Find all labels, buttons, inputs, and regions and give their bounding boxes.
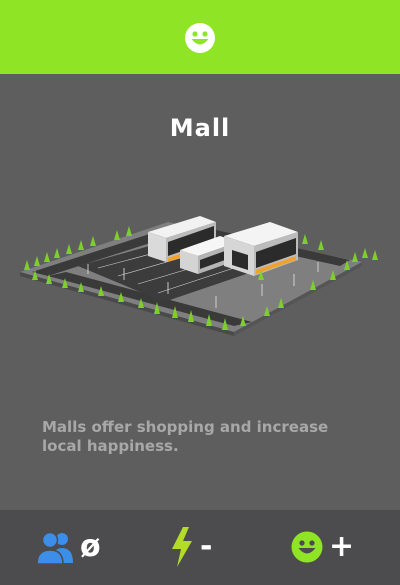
- happiness-stat: +: [291, 527, 354, 567]
- building-title: Mall: [169, 114, 231, 142]
- population-value: ø: [80, 529, 101, 564]
- happiness-value: +: [329, 529, 355, 564]
- smiley-face-icon: [291, 531, 323, 563]
- smiley-face-icon: [185, 23, 215, 53]
- power-stat: -: [170, 527, 212, 567]
- building-description: Malls offer shopping and increase local …: [42, 418, 329, 455]
- lightning-bolt-icon: [172, 527, 192, 567]
- mall-illustration: [20, 216, 378, 336]
- header-bar: [0, 0, 400, 74]
- power-value: -: [200, 529, 213, 564]
- people-icon: [36, 531, 73, 564]
- population-stat: ø: [36, 527, 101, 567]
